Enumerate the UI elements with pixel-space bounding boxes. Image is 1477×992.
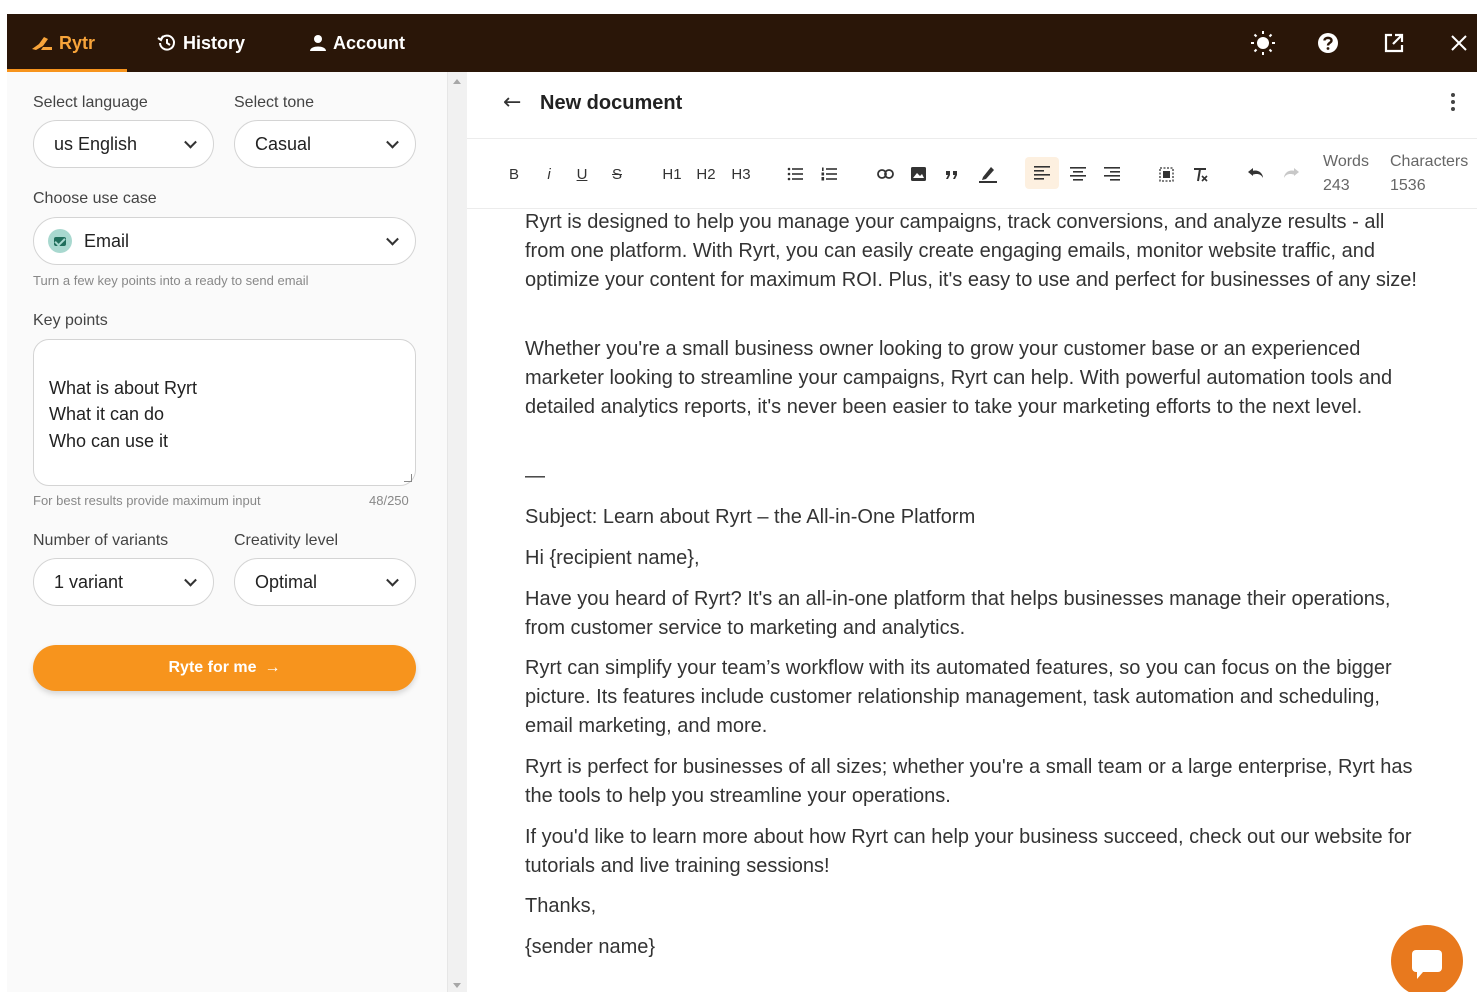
- close-icon[interactable]: [1446, 30, 1472, 56]
- quote-icon[interactable]: [944, 162, 960, 186]
- strikethrough-button[interactable]: S: [610, 162, 624, 186]
- tab-history[interactable]: History: [157, 14, 245, 72]
- tab-rytr[interactable]: Rytr: [31, 14, 95, 72]
- redo-icon[interactable]: [1281, 162, 1301, 186]
- tone-select[interactable]: Casual: [234, 120, 416, 168]
- tab-account[interactable]: Account: [309, 14, 405, 72]
- tab-account-label: Account: [333, 32, 405, 53]
- align-center-icon[interactable]: [1069, 162, 1087, 186]
- chevron-down-icon: [386, 232, 399, 246]
- creativity-value: Optimal: [255, 571, 318, 592]
- use-case-value: Email: [84, 230, 130, 251]
- chat-icon: [1412, 950, 1442, 979]
- editor-toolbar: B i U S H1 H2 H3: [467, 139, 1477, 209]
- key-points-label: Key points: [33, 312, 108, 329]
- variants-select[interactable]: 1 variant: [33, 558, 214, 606]
- h1-label: H1: [662, 165, 682, 183]
- h1-button[interactable]: H1: [661, 162, 683, 186]
- select-all-icon[interactable]: [1157, 162, 1175, 186]
- key-points-hint: For best results provide maximum input: [33, 493, 261, 508]
- words-count: 243: [1323, 177, 1350, 194]
- undo-icon[interactable]: [1246, 162, 1266, 186]
- ryte-for-me-button[interactable]: Ryte for me →: [33, 645, 416, 691]
- words-label: Words: [1323, 153, 1369, 170]
- language-label: Select language: [33, 94, 148, 111]
- key-points-textarea[interactable]: What is about Ryrt What it can do Who ca…: [33, 339, 416, 486]
- hand-writing-icon: [31, 35, 53, 51]
- chevron-down-icon: [386, 135, 399, 149]
- document-paragraph: Have you heard of Ryrt? It's an all-in-o…: [525, 588, 1391, 639]
- user-icon: [309, 34, 327, 52]
- document-paragraph: {sender name}: [525, 936, 656, 958]
- tab-history-label: History: [183, 32, 246, 53]
- back-arrow-icon[interactable]: ←: [503, 90, 521, 115]
- left-panel-scrollbar[interactable]: [447, 72, 467, 992]
- language-value: us English: [54, 133, 138, 154]
- resize-handle-icon[interactable]: [404, 474, 412, 482]
- document-paragraph: Ryrt is perfect for businesses of all si…: [525, 756, 1413, 807]
- scroll-down-icon[interactable]: [453, 983, 461, 988]
- numbered-list-icon[interactable]: [820, 162, 838, 186]
- document-paragraph: Subject: Learn about Ryrt – the All-in-O…: [525, 506, 976, 528]
- document-paragraph: Ryrt is designed to help you manage your…: [525, 211, 1417, 291]
- scroll-up-icon[interactable]: [453, 79, 461, 84]
- clear-format-icon[interactable]: [1191, 162, 1209, 186]
- theme-toggle-icon[interactable]: [1250, 30, 1276, 56]
- language-select[interactable]: us English: [33, 120, 214, 168]
- h2-button[interactable]: H2: [695, 162, 717, 186]
- h3-button[interactable]: H3: [730, 162, 752, 186]
- document-paragraph: Whether you're a small business owner lo…: [525, 338, 1393, 418]
- highlight-icon[interactable]: [978, 162, 998, 186]
- help-icon[interactable]: [1315, 30, 1341, 56]
- creativity-select[interactable]: Optimal: [234, 558, 416, 606]
- chevron-down-icon: [184, 573, 197, 587]
- arrow-right-icon: →: [264, 659, 281, 676]
- variants-value: 1 variant: [54, 571, 124, 592]
- strike-label: S: [611, 165, 622, 183]
- use-case-hint: Turn a few key points into a ready to se…: [33, 273, 309, 288]
- bullet-list-icon[interactable]: [786, 162, 804, 186]
- key-points-value: What is about Ryrt What it can do Who ca…: [49, 377, 198, 451]
- history-icon: [157, 33, 177, 53]
- h2-label: H2: [696, 165, 716, 183]
- align-left-icon[interactable]: [1025, 157, 1059, 189]
- document-paragraph: Hi {recipient name},: [525, 547, 700, 569]
- bold-button[interactable]: B: [507, 162, 521, 186]
- use-case-label: Choose use case: [33, 190, 157, 207]
- tab-rytr-label: Rytr: [59, 32, 96, 53]
- document-separator: —: [525, 465, 545, 487]
- image-icon[interactable]: [910, 162, 926, 186]
- open-external-icon[interactable]: [1381, 30, 1407, 56]
- link-icon[interactable]: [876, 162, 894, 186]
- key-points-counter: 48/250: [369, 493, 409, 508]
- document-paragraph: Ryrt can simplify your team’s workflow w…: [525, 657, 1392, 737]
- tone-value: Casual: [255, 133, 312, 154]
- use-case-select[interactable]: Email: [33, 217, 416, 265]
- more-menu-icon[interactable]: [1446, 90, 1460, 114]
- underline-label: U: [576, 165, 588, 183]
- underline-button[interactable]: U: [575, 162, 589, 186]
- email-icon: [48, 229, 72, 253]
- characters-label: Characters: [1390, 153, 1469, 170]
- document-paragraph: Thanks,: [525, 895, 597, 917]
- chevron-down-icon: [184, 135, 197, 149]
- variants-label: Number of variants: [33, 532, 169, 549]
- chat-support-button[interactable]: [1391, 925, 1463, 992]
- h3-label: H3: [731, 165, 751, 183]
- characters-count: 1536: [1390, 177, 1426, 194]
- document-title[interactable]: New document: [540, 92, 682, 115]
- align-right-icon[interactable]: [1103, 162, 1121, 186]
- document-paragraph: If you'd like to learn more about how Ry…: [525, 826, 1412, 877]
- tone-label: Select tone: [234, 94, 315, 111]
- italic-label: i: [547, 165, 551, 183]
- bold-label: B: [508, 165, 519, 183]
- ryte-button-label: Ryte for me: [168, 659, 257, 676]
- creativity-label: Creativity level: [234, 532, 339, 549]
- italic-button[interactable]: i: [543, 162, 555, 186]
- chevron-down-icon: [386, 573, 399, 587]
- top-bar: Rytr History Account: [7, 14, 1477, 72]
